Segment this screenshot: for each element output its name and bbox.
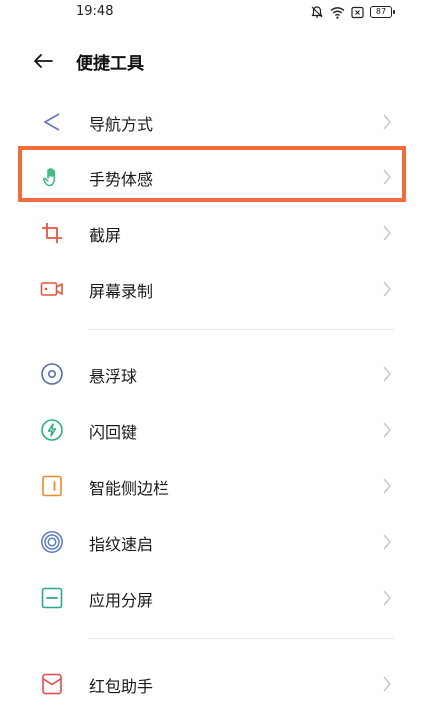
chevron-right-icon [383, 676, 391, 692]
chevron-right-icon [383, 534, 391, 550]
section-divider [88, 329, 394, 330]
menu-item-label: 闪回键 [89, 423, 138, 442]
gesture-hand-icon [42, 168, 56, 187]
menu-item-label: 智能侧边栏 [89, 479, 170, 498]
chevron-right-icon [383, 366, 391, 382]
fingerprint-quick-launch-icon [41, 531, 63, 553]
section-divider [88, 638, 394, 639]
chevron-right-icon [383, 478, 391, 494]
screenshot-crop-icon [42, 223, 62, 243]
menu-item-smart-sidebar[interactable]: 智能侧边栏 [0, 456, 434, 512]
menu-item-label: 悬浮球 [89, 367, 138, 386]
smart-sidebar-icon [42, 475, 62, 497]
status-icons: 87 [310, 5, 395, 19]
chevron-right-icon [383, 590, 391, 606]
menu-item-label: 截屏 [89, 226, 122, 245]
sim-card-icon [351, 6, 364, 18]
back-arrow-icon[interactable] [30, 48, 56, 74]
floating-ball-icon [41, 363, 63, 385]
menu-item-gesture[interactable]: 手势体感 [0, 147, 434, 203]
menu-item-split-screen[interactable]: 应用分屏 [0, 568, 434, 624]
status-time: 19:48 [76, 4, 114, 19]
menu-item-label: 应用分屏 [89, 591, 154, 610]
menu-item-navigation[interactable]: 导航方式 [0, 92, 434, 148]
chevron-right-icon [383, 225, 391, 241]
screen-record-icon [40, 282, 63, 296]
wifi-icon [330, 6, 345, 19]
flashback-key-icon [41, 419, 63, 441]
menu-item-red-envelope[interactable]: 红包助手 [0, 654, 434, 710]
menu-item-screenshot[interactable]: 截屏 [0, 203, 434, 259]
split-screen-icon [41, 587, 63, 609]
header: 便捷工具 [0, 42, 434, 80]
chevron-right-icon [383, 169, 391, 185]
menu-item-label: 指纹速启 [89, 535, 154, 554]
mute-bell-icon [311, 6, 323, 18]
menu-item-label: 红包助手 [89, 677, 154, 696]
page-title: 便捷工具 [76, 54, 144, 74]
red-envelope-icon [42, 673, 62, 695]
menu-item-flashback-key[interactable]: 闪回键 [0, 400, 434, 456]
menu-item-label: 导航方式 [89, 115, 154, 134]
menu-item-fingerprint-quick-launch[interactable]: 指纹速启 [0, 512, 434, 568]
menu-item-floating-ball[interactable]: 悬浮球 [0, 344, 434, 400]
status-bar: 19:48 87 [0, 0, 434, 26]
chevron-right-icon [383, 281, 391, 297]
menu-item-label: 屏幕录制 [89, 282, 154, 301]
navigation-icon [44, 113, 60, 131]
chevron-right-icon [383, 422, 391, 438]
menu-item-screen-record[interactable]: 屏幕录制 [0, 259, 434, 315]
menu-item-label: 手势体感 [89, 170, 154, 189]
battery-indicator: 87 [370, 6, 395, 18]
chevron-right-icon [383, 114, 391, 130]
